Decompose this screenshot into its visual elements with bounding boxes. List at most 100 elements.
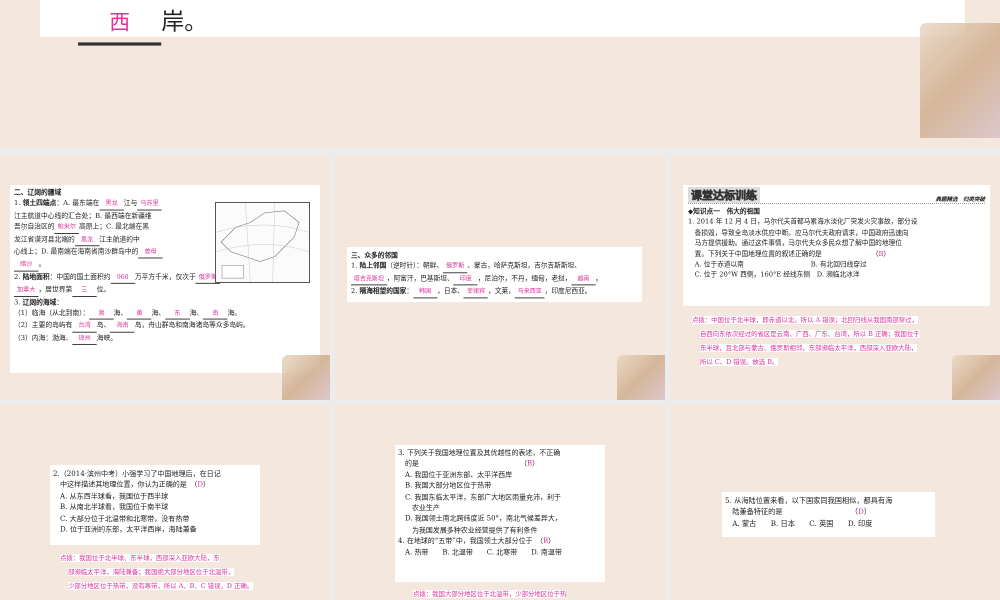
text: 备损毁，导致全岛淡水供应中断。应马尔代夫政府请求，中国政府迅速向: [688, 228, 909, 237]
answer-blank: 加拿大: [14, 285, 39, 297]
corner-illustration: [282, 355, 330, 400]
answer-blank: 960: [110, 272, 135, 285]
text-line: 三、众多的邻国: [351, 250, 618, 261]
answer-blank: 俄罗斯: [443, 262, 468, 274]
text: ：A. 最东端在: [56, 198, 100, 208]
text: ，日本、: [437, 286, 464, 295]
text: C. 大部分位于北温带和北寒带，没有热带: [53, 513, 190, 523]
slide-text: 三、众多的邻国 1. 陆上邻国（逆时针）：朝鲜、 俄罗斯 、蒙古，哈萨克斯坦，吉尔吉斯…: [351, 250, 618, 299]
text-line: 西岸。: [78, 4, 207, 47]
heading-text: 三、众多的邻国: [351, 250, 398, 260]
slide-text: ◆知识点一 伟大的祖国 1. 2014 年 12 月 4 日，马尔代夫首都马累海水…: [688, 206, 964, 280]
text-line: D. 位于亚洲的东部，太平洋西岸，海陆兼备: [53, 524, 253, 535]
heading-text: 陆地面积: [22, 272, 50, 281]
text-line: 1. 陆上邻国（逆时针）：朝鲜、 俄罗斯 、蒙古，哈萨克斯坦，吉尔吉斯斯坦、: [351, 261, 618, 274]
text-line: ◆知识点一 伟大的祖国: [688, 206, 964, 217]
answer-blank: 印度: [453, 274, 478, 286]
corner-illustration: [952, 355, 1000, 400]
heading-text: 隔海相望的国家: [359, 286, 407, 295]
answer-blank: 台湾: [72, 321, 97, 333]
hint-line: 自西向东依次经过的省区是云南、广西、广东、台湾，所以 B 正确；我国位于: [700, 330, 920, 338]
text: ：: [406, 286, 414, 295]
slide-2[interactable]: 三、众多的邻国 1. 陆上邻国（逆时针）：朝鲜、 俄罗斯 、蒙古，哈萨克斯坦，吉尔吉斯…: [335, 155, 665, 400]
text: ，文莱，: [488, 286, 515, 295]
text-line: 置。下列关于中国地理位置的叙述正确的是 （B）: [688, 248, 964, 259]
text-line: 2. 隔海相望的国家： 韩国 ，日本、 菲律宾 ，文莱， 马来西亚 ，印度尼西亚。: [351, 286, 618, 299]
answer-blank: 黑龙: [99, 199, 124, 211]
text-line: B. 我国大部分地区位于热带: [398, 480, 596, 491]
text-line: 为我国发展多种农业经营提供了有利条件: [398, 524, 596, 535]
text: ，尼泊尔，不丹，缅甸，老挝，: [477, 274, 572, 283]
text: （1）临海（从北到南）：: [14, 308, 90, 317]
text-line: 农业生产: [398, 502, 596, 513]
text: A. 蒙古 B. 日本 C. 英国 D. 印度: [725, 518, 873, 528]
text: ）: [883, 249, 891, 258]
hint-line: 部濒临太平洋，海陆兼备；我国绝大部分地区位于北温带，: [68, 568, 235, 576]
text: 江与: [123, 198, 138, 208]
text-line: 3. 下列关于我国地理位置及其优越性的表述，不正确: [398, 447, 596, 458]
hint-line: 东半球，且北部与蒙古、俄罗斯相邻，东部濒临太平洋，西部深入亚欧大陆，: [700, 344, 918, 352]
slide-5[interactable]: 3. 下列关于我国地理位置及其优越性的表述，不正确 的是 （B） A. 我国位于…: [335, 405, 665, 600]
answer-blank: 东: [165, 308, 190, 320]
text: （2）主要的岛屿有: [14, 320, 73, 330]
text: A. 我国位于亚洲东部、太平洋西岸: [398, 470, 513, 479]
text-line: A. 蒙古 B. 日本 C. 英国 D. 印度: [725, 518, 932, 529]
text: ：: [56, 297, 64, 307]
text: A. 从东西半球看，我国位于西半球: [53, 491, 169, 501]
text: 。: [595, 274, 603, 283]
slide-6[interactable]: 5. 从海陆位置来看，以下国家同我国相似，都具有海 陆兼备特征的是 （D） A.…: [670, 405, 1000, 600]
slide-4[interactable]: 2.（2014·滨州中考）小强学习了中国地理后，在日记 中这样描述其地理位置，你…: [0, 405, 330, 600]
slide-1[interactable]: 二、辽阔的疆域 1. 领土四端点：A. 最东端在 黑龙 江与 乌苏里 江主航道中心线的汇合…: [0, 155, 330, 400]
text: 马方提供援助。通过这件事情，马尔代夫众多民众想了解中国的地理位: [688, 238, 902, 248]
text: 岛、: [96, 320, 111, 330]
hint-line: 点拨：我国位于北半球、东半球，西部深入亚欧大陆，东: [60, 554, 220, 562]
answer-blank: 南: [203, 308, 228, 320]
text: 位。: [96, 284, 111, 294]
text: （逆时针）：朝鲜、: [386, 261, 444, 270]
answer-blank: 海南: [110, 321, 135, 333]
text: 1.: [351, 261, 360, 270]
answer-blank: 暗沙: [14, 260, 39, 272]
text: 万平方千米，仅次于: [134, 272, 196, 281]
text: ）: [532, 459, 540, 468]
text: 心线上；D. 最南端在海南省南沙群岛中的: [14, 247, 139, 256]
text: 2.（2014·滨州中考）小强学习了中国地理后，在日记: [53, 468, 221, 478]
hint-line: 点拨：中国位于北半球，即赤道以北，所以 A 错误；北回归线从我国南部穿过，: [692, 316, 918, 324]
hint-note: 点拨：中国位于北半球，即赤道以北，所以 A 错误；北回归线从我国南部穿过， 自西向…: [692, 313, 920, 369]
answer-blank: 越南: [571, 274, 596, 286]
text: 5. 从海陆位置来看，以下国家同我国相似，都具有海: [725, 496, 893, 505]
text-line: 陆兼备特征的是 （D）: [725, 506, 932, 517]
text-line: 马方提供援助。通过这件事情，马尔代夫众多民众想了解中国的地理位: [688, 238, 964, 249]
text-line: 1. 2014 年 12 月 4 日，马尔代夫首都马累海水淡化厂突发火灾事故，部…: [688, 217, 964, 228]
text: 海、: [189, 308, 204, 317]
banner-title: 课堂达标训练: [688, 187, 760, 203]
text-line: （3）内海：渤海、 琼州 海峡。: [14, 333, 298, 346]
answer-blank: 乌苏里: [137, 199, 162, 211]
text-line: A. 热带 B. 北温带 C. 北寒带 D. 南温带: [398, 547, 596, 558]
answer-blank: 塔吉克斯坦: [351, 274, 387, 286]
text: 1.: [14, 198, 23, 208]
hint-note: 点拨：我国大部分地区位于北温带，少部分地区位于热: [413, 587, 567, 600]
text-line: 备损毁，导致全岛淡水供应中断。应马尔代夫政府请求，中国政府迅速向: [688, 227, 964, 238]
slide-3[interactable]: 课堂达标训练 典题精选 归类突破 ◆知识点一 伟大的祖国 1. 2014 年 12…: [670, 155, 1000, 400]
slide-top[interactable]: 西岸。: [0, 0, 1000, 148]
text-line: 3. 辽阔的海域：: [14, 297, 298, 308]
answer-blank: 黄: [127, 308, 152, 320]
hint-line: 少部分地区位于热带，没有寒带，所以 A、B、C 错误，D 正确。: [68, 582, 254, 590]
text-line: D. 我国领土南北跨纬度近 50°，南北气候差异大，: [398, 513, 596, 524]
text: 的是 （: [398, 459, 527, 468]
text-line: C. 位于 20°W 西侧，160°E 经线东侧 D. 濒临北冰洋: [688, 270, 964, 281]
text-line: C. 我国东临太平洋，东部广大地区雨量充沛，利于: [398, 491, 596, 502]
text: 江主航道的中: [99, 234, 140, 244]
answer-blank: 黑龙: [74, 235, 100, 247]
answer-blank: 三: [72, 285, 97, 297]
text-line: 5. 从海陆位置来看，以下国家同我国相似，都具有海: [725, 495, 932, 506]
text: ，阿富汗，巴基斯坦、: [386, 274, 454, 283]
heading-text: 领土四端点: [22, 198, 57, 208]
text-line: C. 大部分位于北温带和北寒带，没有热带: [53, 513, 253, 524]
text: 中这样描述其地理位置，你认为正确的是 （: [53, 480, 198, 489]
text: A. 热带 B. 北温带 C. 北寒带 D. 南温带: [398, 547, 562, 557]
text: 置。下列关于中国地理位置的叙述正确的是 （: [688, 249, 879, 258]
text: （3）内海：渤海、: [14, 333, 73, 342]
text: A. 位于赤道以南 B. 有北回归线穿过: [688, 259, 867, 269]
